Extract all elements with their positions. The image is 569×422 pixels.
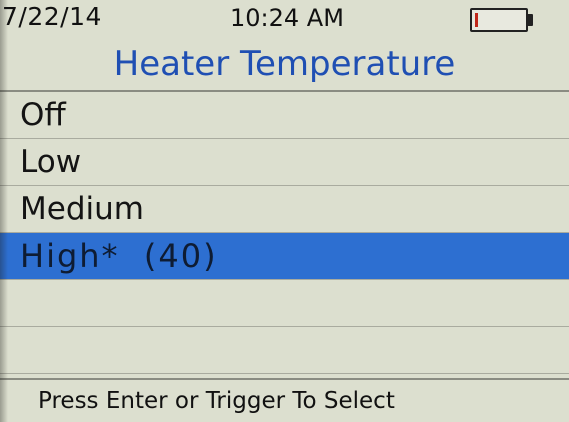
- menu-item-medium[interactable]: Medium: [0, 186, 569, 233]
- status-bar: 7/22/14 10:24 AM: [0, 0, 569, 38]
- date-display: 7/22/14: [2, 2, 102, 31]
- menu-item-low[interactable]: Low: [0, 139, 569, 186]
- device-screen: 7/22/14 10:24 AM Heater Temperature Off …: [0, 0, 569, 422]
- menu-item-label: High* (40): [20, 237, 218, 275]
- empty-menu-row: [0, 327, 569, 374]
- footer-bar: Press Enter or Trigger To Select: [0, 378, 569, 422]
- battery-level-fill: [475, 13, 478, 27]
- footer-hint: Press Enter or Trigger To Select: [38, 388, 395, 414]
- battery-terminal: [528, 14, 533, 26]
- menu-item-off[interactable]: Off: [0, 92, 569, 139]
- empty-menu-row: [0, 280, 569, 327]
- time-display: 10:24 AM: [230, 4, 344, 32]
- heater-temperature-menu: Off Low Medium High* (40): [0, 90, 569, 380]
- menu-item-label: Off: [20, 97, 66, 133]
- menu-item-label: Low: [20, 144, 82, 180]
- page-title: Heater Temperature: [113, 44, 456, 84]
- menu-item-high-selected[interactable]: High* (40): [0, 233, 569, 280]
- menu-item-label: Medium: [20, 191, 144, 227]
- battery-low-icon: [470, 8, 528, 32]
